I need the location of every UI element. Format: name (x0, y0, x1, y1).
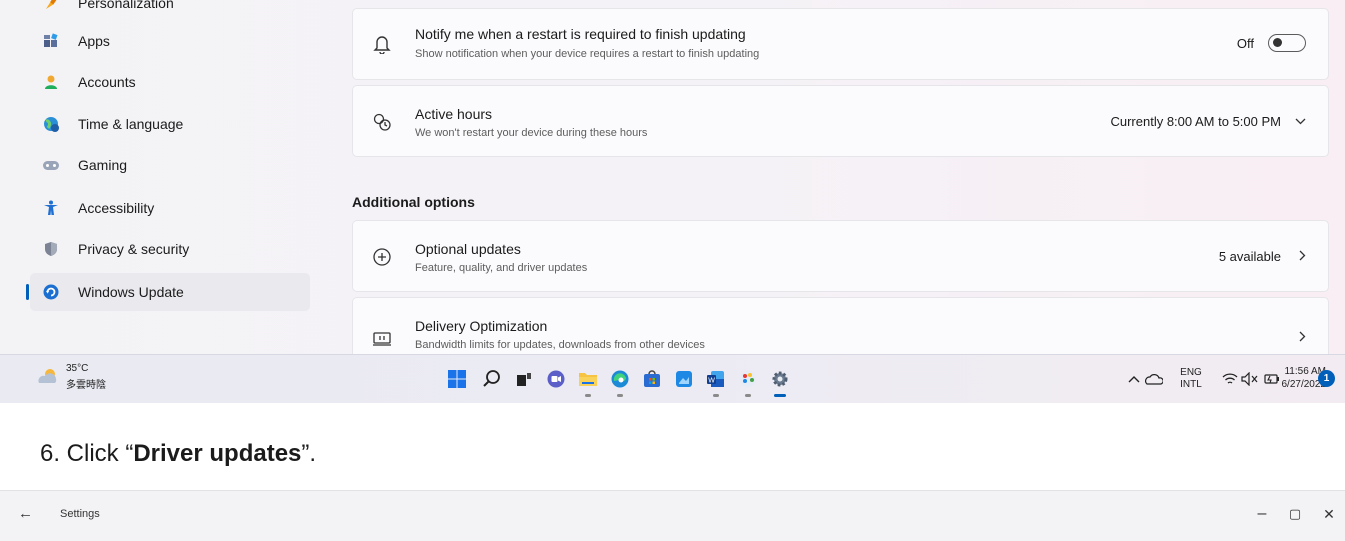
language-code: ENG (1180, 367, 1202, 378)
settings-screenshot: Personalization Apps Accounts Time & lan… (0, 0, 1345, 403)
optional-updates-count: 5 available (1218, 249, 1281, 264)
sidebar-item-label: Personalization (78, 0, 174, 11)
optional-updates-card[interactable]: Optional updates Feature, quality, and d… (352, 220, 1329, 292)
delivery-optimization-title: Delivery Optimization (415, 318, 548, 334)
active-hours-card[interactable]: Active hours We won't restart your devic… (352, 85, 1329, 157)
minimize-icon: – (1257, 505, 1267, 522)
notify-restart-subtitle: Show notification when your device requi… (415, 48, 760, 60)
close-icon: ✕ (1323, 505, 1335, 522)
sidebar-item-label: Windows Update (78, 284, 184, 300)
back-arrow-icon[interactable]: ← (18, 505, 33, 522)
word-icon[interactable]: W (704, 367, 728, 397)
instruction-suffix: ”. (301, 440, 317, 467)
running-indicator (617, 394, 623, 397)
apps-icon (42, 32, 60, 50)
photos-icon[interactable] (672, 367, 696, 391)
delivery-optimization-control (1299, 330, 1306, 345)
edge-browser-icon[interactable] (608, 367, 632, 397)
sidebar-item-time-language[interactable]: Time & language (30, 105, 310, 143)
taskbar: 35°C 多雲時陰 W ENG INTL 11:56 AM 6/27/2022 … (0, 354, 1345, 403)
store-icon[interactable] (640, 367, 664, 391)
volume-muted-icon[interactable] (1238, 367, 1262, 391)
notify-restart-toggle[interactable] (1268, 34, 1306, 52)
instruction-prefix: 6. Click “ (40, 440, 134, 467)
sidebar-item-label: Gaming (78, 157, 128, 173)
running-indicator (745, 394, 751, 397)
sidebar-item-label: Accessibility (78, 200, 155, 216)
weather-icon (36, 367, 60, 390)
accessibility-icon (42, 199, 60, 217)
sidebar-item-gaming[interactable]: Gaming (30, 146, 310, 184)
optional-updates-control: 5 available (1219, 249, 1306, 264)
minimize-button[interactable]: – (1249, 501, 1275, 527)
notify-restart-title: Notify me when a restart is required to … (415, 26, 746, 42)
brush-icon (42, 0, 60, 12)
toggle-knob (1273, 38, 1282, 47)
active-indicator (774, 394, 786, 397)
svg-text:W: W (708, 377, 715, 384)
notify-restart-card[interactable]: Notify me when a restart is required to … (352, 8, 1329, 80)
maximize-button[interactable]: ▢ (1282, 501, 1308, 527)
onedrive-icon[interactable] (1142, 367, 1166, 391)
task-view-icon[interactable] (512, 367, 536, 391)
instruction-target: Driver updates (133, 440, 302, 467)
sidebar-item-windows-update[interactable]: Windows Update (26, 273, 310, 311)
close-button[interactable]: ✕ (1316, 501, 1342, 527)
settings-window-titlebar: ← Settings – ▢ ✕ (0, 490, 1345, 541)
running-indicator (585, 394, 591, 397)
chevron-right-icon[interactable] (1299, 330, 1306, 345)
active-hours-subtitle: We won't restart your device during thes… (415, 127, 648, 139)
active-hours-icon (371, 111, 393, 133)
chat-icon[interactable] (544, 367, 568, 391)
notification-count: 1 (1323, 373, 1330, 384)
start-button[interactable] (445, 367, 469, 391)
sidebar-item-personalization[interactable]: Personalization (30, 0, 310, 22)
keyboard-layout: INTL (1180, 379, 1202, 390)
sidebar-item-label: Apps (78, 33, 110, 49)
search-icon[interactable] (480, 367, 504, 391)
active-hours-control: Currently 8:00 AM to 5:00 PM (1110, 114, 1306, 129)
optional-updates-subtitle: Feature, quality, and driver updates (415, 262, 588, 274)
notify-restart-control: Off (1237, 34, 1306, 52)
paint-icon[interactable] (736, 367, 760, 397)
sidebar-item-accounts[interactable]: Accounts (30, 63, 310, 101)
sidebar-item-label: Privacy & security (78, 241, 190, 257)
instruction-step: 6. Click “Driver updates”. (40, 440, 316, 468)
toggle-state-label: Off (1236, 35, 1254, 51)
gamepad-icon (42, 156, 60, 174)
sidebar-item-accessibility[interactable]: Accessibility (30, 189, 310, 227)
restore-icon: ▢ (1288, 506, 1302, 521)
active-hours-value: Currently 8:00 AM to 5:00 PM (1110, 114, 1281, 129)
chevron-right-icon[interactable] (1299, 249, 1306, 264)
file-explorer-icon[interactable] (576, 367, 600, 397)
sidebar-item-privacy-security[interactable]: Privacy & security (30, 230, 310, 268)
shield-icon (42, 240, 60, 258)
plus-circle-icon (371, 246, 393, 268)
settings-gear-icon[interactable] (768, 367, 792, 397)
globe-clock-icon (42, 115, 60, 133)
sidebar-item-apps[interactable]: Apps (30, 22, 310, 60)
bell-icon (371, 33, 393, 55)
notification-badge[interactable]: 1 (1318, 370, 1335, 387)
person-icon (42, 73, 60, 91)
section-heading: Additional options (352, 194, 475, 210)
weather-temp: 35°C (66, 363, 89, 374)
running-indicator (713, 394, 719, 397)
window-title: Settings (60, 508, 100, 520)
delivery-optimization-icon (371, 328, 393, 350)
active-hours-title: Active hours (415, 106, 493, 122)
language-indicator[interactable]: ENG INTL (1176, 367, 1206, 391)
delivery-optimization-subtitle: Bandwidth limits for updates, downloads … (415, 339, 705, 351)
chevron-down-icon[interactable] (1295, 116, 1306, 128)
sidebar-item-label: Accounts (78, 74, 136, 90)
optional-updates-title: Optional updates (415, 241, 521, 257)
sidebar-item-label: Time & language (78, 116, 184, 132)
weather-desc: 多雲時陰 (66, 380, 106, 391)
update-icon (42, 283, 60, 301)
